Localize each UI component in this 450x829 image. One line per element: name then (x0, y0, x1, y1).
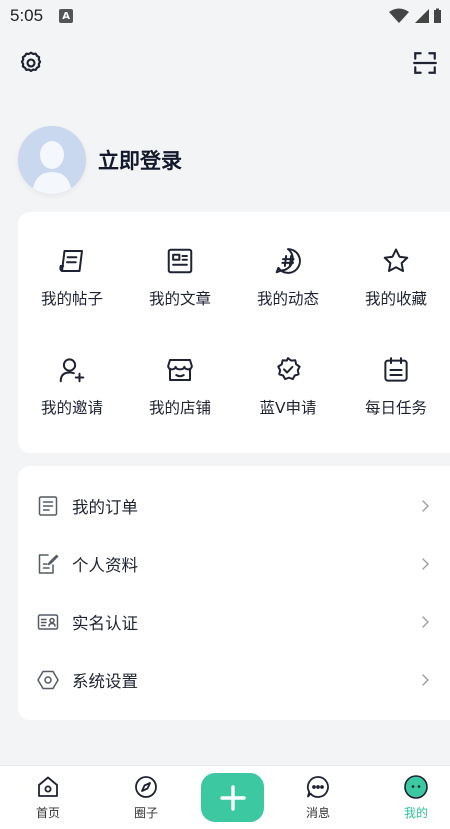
nav-label: 圈子 (133, 806, 158, 820)
nav-circle[interactable]: 圈子 (116, 774, 176, 821)
chevron-right-icon (422, 674, 429, 686)
shop-icon (167, 359, 193, 381)
login-link[interactable]: 立即登录 (98, 145, 182, 175)
chevron-right-icon (422, 558, 429, 570)
chat-bubble-icon (306, 776, 329, 798)
verified-badge-icon (277, 357, 301, 381)
article-icon (167, 248, 193, 274)
menu-label: 我的收藏 (364, 290, 427, 308)
menu-label: 我的帖子 (40, 290, 103, 308)
menu-my-articles[interactable]: 我的文章 (126, 246, 234, 355)
default-avatar-icon (18, 126, 86, 194)
home-icon (38, 776, 58, 797)
hexagon-settings-icon (37, 670, 59, 690)
battery-icon (434, 8, 441, 23)
scan-icon[interactable] (412, 50, 438, 76)
list-item-label: 个人资料 (72, 556, 138, 575)
mine-face-icon (404, 775, 428, 799)
order-icon (38, 496, 58, 516)
post-icon (59, 250, 83, 272)
status-indicators (389, 8, 442, 24)
menu-label: 我的文章 (148, 290, 211, 308)
menu-label: 我的动态 (256, 290, 319, 308)
nav-label: 我的 (403, 806, 428, 820)
signal-icon (415, 9, 429, 23)
nav-mine[interactable]: 我的 (386, 774, 446, 821)
nav-messages[interactable]: 消息 (288, 774, 348, 821)
menu-my-activity[interactable]: 我的动态 (234, 246, 342, 355)
list-item-label: 系统设置 (72, 672, 138, 691)
edit-profile-icon (38, 554, 59, 574)
menu-my-shop[interactable]: 我的店铺 (126, 355, 234, 464)
status-time: 5:05 (10, 6, 44, 25)
compass-icon (135, 776, 157, 798)
list-item-my-orders[interactable]: 我的订单 (18, 477, 450, 535)
menu-label: 我的邀请 (40, 399, 103, 417)
bottom-navigation: 首页 圈子 消息 我的 (0, 765, 450, 829)
menu-label: 蓝V申请 (259, 399, 317, 417)
star-icon (383, 248, 409, 272)
settings-list-card: 我的订单 个人资料 实名认证 系统设置 (18, 466, 450, 720)
plus-icon (219, 784, 246, 811)
calendar-icon (384, 357, 408, 382)
list-item-system-settings[interactable]: 系统设置 (18, 651, 450, 709)
nav-label: 首页 (35, 806, 60, 820)
list-item-identity-verification[interactable]: 实名认证 (18, 593, 450, 651)
hashtag-icon (275, 248, 301, 274)
menu-my-invitations[interactable]: 我的邀请 (18, 355, 126, 464)
menu-my-favorites[interactable]: 我的收藏 (342, 246, 450, 355)
list-item-label: 我的订单 (72, 498, 138, 517)
quick-menu-card: 我的帖子 我的文章 我的动态 我的收藏 我的邀请 我的店铺 蓝V申请 每日任务 (18, 212, 450, 453)
status-bar: 5:05 A (0, 0, 450, 32)
notification-icon: A (59, 9, 74, 23)
menu-label: 每日任务 (364, 399, 427, 417)
top-actions (0, 46, 450, 82)
list-item-personal-info[interactable]: 个人资料 (18, 535, 450, 593)
nav-label: 消息 (305, 806, 330, 820)
menu-my-posts[interactable]: 我的帖子 (18, 246, 126, 355)
menu-label: 我的店铺 (148, 399, 211, 417)
menu-blue-v-application[interactable]: 蓝V申请 (234, 355, 342, 464)
nav-home[interactable]: 首页 (18, 774, 78, 821)
settings-gear-icon[interactable] (18, 50, 44, 76)
avatar[interactable] (18, 126, 86, 194)
chevron-right-icon (422, 500, 429, 512)
add-user-icon (59, 358, 85, 383)
wifi-icon (389, 8, 409, 23)
chevron-right-icon (422, 616, 429, 628)
list-item-label: 实名认证 (72, 614, 138, 633)
profile-header[interactable]: 立即登录 (18, 126, 182, 194)
create-post-button[interactable] (201, 773, 264, 822)
menu-daily-tasks[interactable]: 每日任务 (342, 355, 450, 464)
id-card-icon (37, 614, 59, 630)
